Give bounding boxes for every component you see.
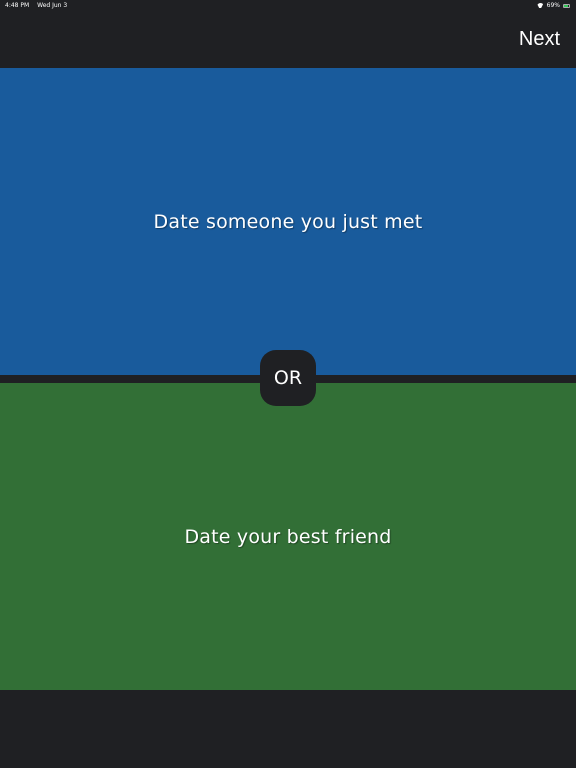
wifi-icon <box>537 3 544 8</box>
app-screen: 4:48 PM Wed Jun 3 69% Next Date someone … <box>0 0 576 768</box>
option-top-card[interactable]: Date someone you just met <box>0 68 576 375</box>
status-left: 4:48 PM Wed Jun 3 <box>5 0 73 11</box>
option-top-text: Date someone you just met <box>153 210 423 233</box>
status-time: 4:48 PM <box>5 2 30 9</box>
option-bottom-card[interactable]: Date your best friend <box>0 383 576 690</box>
next-button[interactable]: Next <box>519 28 560 51</box>
option-bottom-text: Date your best friend <box>184 525 392 548</box>
battery-icon <box>563 3 570 8</box>
nav-bar: Next <box>0 11 576 68</box>
status-date: Wed Jun 3 <box>37 2 68 9</box>
battery-percent: 69% <box>546 2 560 9</box>
status-right: 69% <box>537 0 570 11</box>
bottom-area <box>0 690 576 768</box>
status-bar: 4:48 PM Wed Jun 3 69% <box>0 0 576 11</box>
or-badge: OR <box>260 350 316 406</box>
